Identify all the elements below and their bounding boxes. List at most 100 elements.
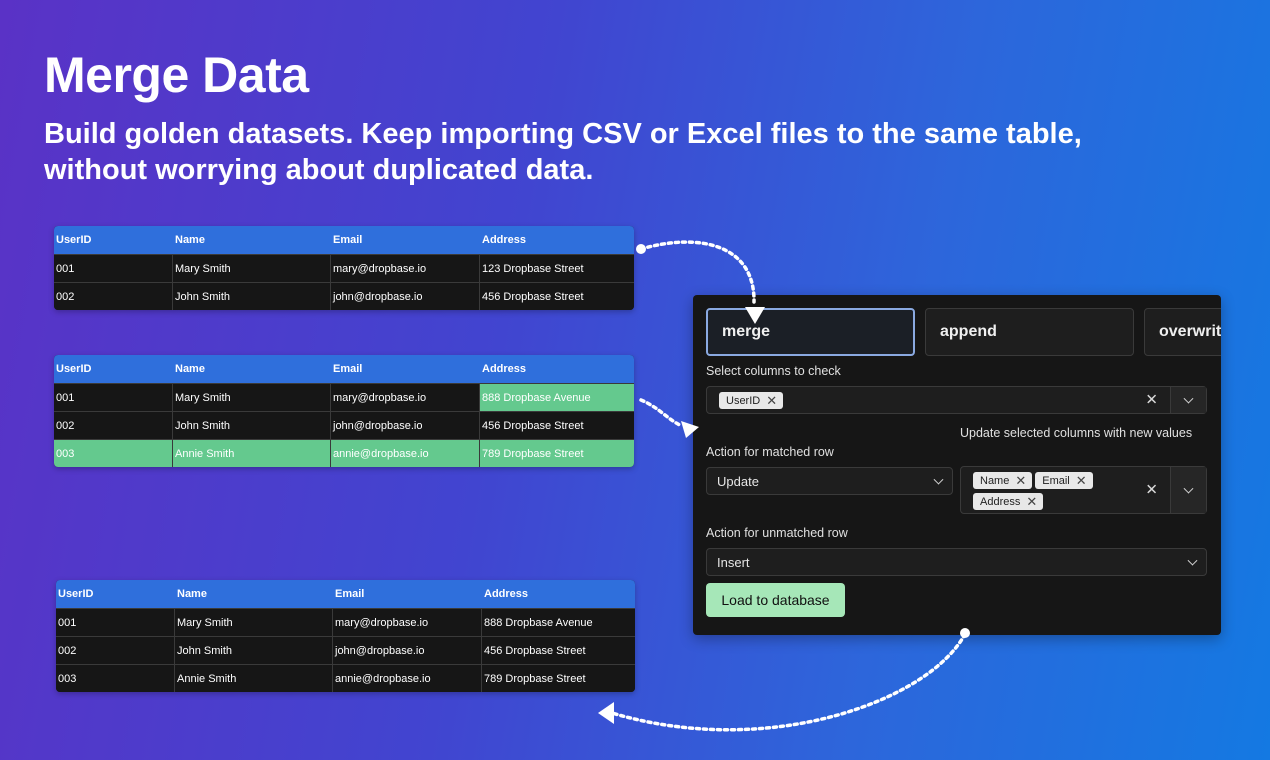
table-cell: john@dropbase.io bbox=[331, 412, 480, 439]
arrowhead-icon bbox=[598, 702, 614, 724]
tab-append[interactable]: append bbox=[925, 308, 1134, 356]
check-columns-label: Select columns to check bbox=[706, 364, 841, 378]
table-cell: 456 Dropbase Street bbox=[482, 290, 584, 303]
check-columns-multiselect[interactable]: UserID ✕ ✕ bbox=[706, 386, 1207, 414]
table-cell: 001 bbox=[56, 609, 175, 636]
table-cell: Annie Smith bbox=[175, 665, 333, 692]
column-header-email: Email bbox=[335, 588, 365, 600]
column-header-email: Email bbox=[333, 234, 363, 246]
new-row: 003 Annie Smith annie@dropbase.io 789 Dr… bbox=[54, 439, 634, 467]
table-cell: mary@dropbase.io bbox=[331, 255, 480, 282]
chip-userid: UserID ✕ bbox=[719, 392, 784, 409]
chip-remove-icon[interactable]: ✕ bbox=[766, 394, 777, 407]
page-subtitle: Build golden datasets. Keep importing CS… bbox=[44, 118, 1082, 186]
table-cell: Mary Smith bbox=[175, 609, 333, 636]
table-cell: 002 bbox=[56, 637, 175, 664]
chip-remove-icon[interactable]: ✕ bbox=[1076, 474, 1087, 487]
column-header-userid: UserID bbox=[56, 234, 92, 246]
column-header-address: Address bbox=[482, 234, 527, 246]
table-cell: 002 bbox=[54, 412, 173, 439]
update-columns-label: Update selected columns with new values bbox=[960, 426, 1193, 440]
table-cell: Mary Smith bbox=[173, 255, 331, 282]
table-cell: John Smith bbox=[173, 283, 331, 310]
table-cell: Annie Smith bbox=[173, 440, 331, 467]
matched-row-select[interactable]: Update bbox=[706, 467, 953, 495]
table-row: 002 John Smith john@dropbase.io 456 Drop… bbox=[54, 282, 634, 310]
chip-label: UserID bbox=[726, 394, 761, 407]
table-header-row: UserID Name Email Address bbox=[54, 355, 634, 383]
merge-settings-panel: merge append overwrite Select columns to… bbox=[693, 295, 1221, 635]
table-cell: annie@dropbase.io bbox=[331, 440, 480, 467]
update-columns-multiselect[interactable]: Name ✕ Email ✕ Address ✕ ✕ bbox=[960, 466, 1207, 514]
table-cell: 888 Dropbase Avenue bbox=[484, 616, 593, 629]
column-header-userid: UserID bbox=[56, 363, 92, 375]
chevron-down-icon bbox=[1183, 393, 1194, 404]
table-cell: mary@dropbase.io bbox=[333, 609, 482, 636]
chip-list: UserID ✕ bbox=[719, 390, 869, 411]
chip-label: Name bbox=[980, 474, 1010, 487]
table-header-row: UserID Name Email Address bbox=[56, 580, 635, 608]
column-header-address: Address bbox=[484, 588, 529, 600]
arrow-to-result-path bbox=[610, 632, 967, 732]
incoming-table: UserID Name Email Address 001 Mary Smith… bbox=[54, 355, 634, 467]
column-header-name: Name bbox=[175, 234, 205, 246]
table-cell: john@dropbase.io bbox=[331, 283, 480, 310]
table-cell: John Smith bbox=[173, 412, 331, 439]
result-table: UserID Name Email Address 001 Mary Smith… bbox=[56, 580, 635, 692]
chip-email: Email ✕ bbox=[1035, 472, 1093, 489]
tab-merge[interactable]: merge bbox=[706, 308, 915, 356]
column-header-userid: UserID bbox=[58, 588, 94, 600]
table-row: 001 Mary Smith mary@dropbase.io 888 Drop… bbox=[56, 608, 635, 636]
clear-icon[interactable]: ✕ bbox=[1145, 393, 1158, 408]
table-cell: 789 Dropbase Street bbox=[484, 672, 586, 685]
changed-cell: 888 Dropbase Avenue bbox=[480, 384, 634, 411]
unmatched-row-label: Action for unmatched row bbox=[706, 526, 848, 540]
arrow-incoming-to-panel-path bbox=[639, 398, 684, 428]
column-header-address: Address bbox=[482, 363, 527, 375]
page-title: Merge Data bbox=[44, 47, 309, 103]
unmatched-row-select[interactable]: Insert bbox=[706, 548, 1207, 576]
chip-remove-icon[interactable]: ✕ bbox=[1015, 474, 1026, 487]
chip-remove-icon[interactable]: ✕ bbox=[1026, 495, 1037, 508]
dropdown-toggle[interactable] bbox=[1170, 467, 1206, 513]
table-cell: 456 Dropbase Street bbox=[482, 419, 584, 432]
matched-row-value: Update bbox=[717, 473, 759, 489]
table-cell: 002 bbox=[54, 283, 173, 310]
table-row: 001 Mary Smith mary@dropbase.io 888 Drop… bbox=[54, 383, 634, 411]
table-cell: 456 Dropbase Street bbox=[484, 644, 586, 657]
matched-row-label: Action for matched row bbox=[706, 445, 834, 459]
table-cell: 123 Dropbase Street bbox=[482, 262, 584, 275]
dropdown-toggle[interactable] bbox=[1170, 387, 1206, 413]
existing-table: UserID Name Email Address 001 Mary Smith… bbox=[54, 226, 634, 310]
table-cell: 003 bbox=[56, 665, 175, 692]
table-row: 001 Mary Smith mary@dropbase.io 123 Drop… bbox=[54, 254, 634, 282]
arrow-to-panel-path bbox=[639, 240, 756, 304]
table-cell: John Smith bbox=[175, 637, 333, 664]
load-to-database-button[interactable]: Load to database bbox=[706, 583, 845, 617]
unmatched-row-value: Insert bbox=[717, 554, 750, 570]
chevron-down-icon bbox=[1183, 483, 1194, 494]
column-header-email: Email bbox=[333, 363, 363, 375]
column-header-name: Name bbox=[177, 588, 207, 600]
table-row: 002 John Smith john@dropbase.io 456 Drop… bbox=[56, 636, 635, 664]
clear-icon[interactable]: ✕ bbox=[1145, 483, 1158, 498]
table-cell: annie@dropbase.io bbox=[333, 665, 482, 692]
table-cell: mary@dropbase.io bbox=[331, 384, 480, 411]
table-cell: Mary Smith bbox=[173, 384, 331, 411]
chip-label: Email bbox=[1042, 474, 1070, 487]
table-row: 002 John Smith john@dropbase.io 456 Drop… bbox=[54, 411, 634, 439]
table-cell: 003 bbox=[54, 440, 173, 467]
arrow-start-dot bbox=[636, 244, 646, 254]
table-header-row: UserID Name Email Address bbox=[54, 226, 634, 254]
chip-list: Name ✕ Email ✕ Address ✕ bbox=[973, 470, 1123, 512]
table-cell: 001 bbox=[54, 384, 173, 411]
chip-address: Address ✕ bbox=[973, 493, 1044, 510]
column-header-name: Name bbox=[175, 363, 205, 375]
table-cell: john@dropbase.io bbox=[333, 637, 482, 664]
table-row: 003 Annie Smith annie@dropbase.io 789 Dr… bbox=[56, 664, 635, 692]
table-cell: 001 bbox=[54, 255, 173, 282]
chip-name: Name ✕ bbox=[973, 472, 1033, 489]
tab-overwrite[interactable]: overwrite bbox=[1144, 308, 1221, 356]
table-cell: 789 Dropbase Street bbox=[482, 447, 584, 460]
chip-label: Address bbox=[980, 495, 1021, 508]
